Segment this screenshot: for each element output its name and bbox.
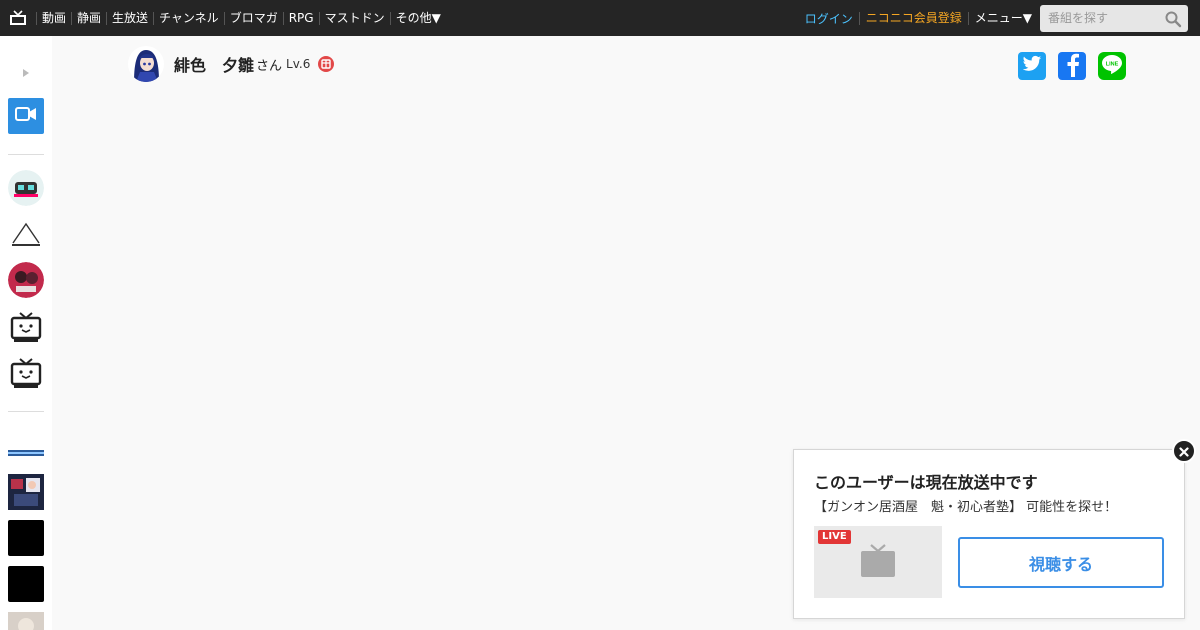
live-badge: LIVE	[818, 530, 851, 544]
honorific: さん	[256, 58, 283, 74]
live-now-popup: このユーザーは現在放送中です 【ガンオン居酒屋 魁・初心者塾】 可能性を探せ！ …	[793, 449, 1185, 619]
close-icon	[1179, 442, 1189, 461]
twitter-share-button[interactable]	[1018, 52, 1046, 80]
service-nav: 動画 静画 生放送 チャンネル ブロマガ RPG マストドン その他▼	[36, 0, 446, 36]
nav-mastodon[interactable]: マストドン	[318, 11, 390, 25]
facebook-share-button[interactable]	[1058, 52, 1086, 80]
nav-other-dropdown[interactable]: その他▼	[389, 11, 446, 25]
niconico-tv-icon[interactable]	[8, 308, 44, 344]
popup-title: このユーザーは現在放送中です	[814, 473, 1038, 492]
followed-user-avatar[interactable]	[8, 262, 44, 298]
nav-blomaga[interactable]: ブロマガ	[223, 11, 283, 25]
program-title-link[interactable]: 【ガンオン居酒屋 魁・初心者塾】 可能性を探せ！	[814, 496, 1117, 515]
login-link[interactable]: ログイン	[799, 10, 859, 27]
nav-seiga[interactable]: 静画	[71, 11, 106, 25]
sidebar	[0, 36, 52, 630]
watch-button[interactable]: 視聴する	[958, 537, 1164, 588]
top-navigation-bar: 動画 静画 生放送 チャンネル ブロマガ RPG マストドン その他▼ ログイン…	[0, 0, 1200, 36]
tv-placeholder-icon	[860, 542, 896, 582]
broadcast-button[interactable]	[8, 98, 44, 134]
user-name: 緋色 夕雛	[174, 56, 255, 75]
search-box	[1040, 4, 1188, 32]
facebook-icon	[1064, 51, 1080, 81]
register-link[interactable]: ニコニコ会員登録	[858, 11, 968, 25]
program-thumbnail[interactable]	[8, 474, 44, 510]
video-camera-icon	[15, 106, 37, 126]
program-thumbnail[interactable]	[8, 520, 44, 556]
user-profile-header: 緋色 夕雛 さん Lv.6	[128, 46, 335, 82]
nav-live[interactable]: 生放送	[106, 11, 153, 25]
search-icon[interactable]	[1164, 10, 1182, 28]
line-icon: LINE	[1101, 54, 1123, 78]
sidebar-expand-icon[interactable]	[20, 64, 32, 77]
menu-dropdown[interactable]: メニュー▼	[967, 11, 1038, 25]
program-thumbnail[interactable]	[8, 428, 44, 464]
niconico-logo-icon[interactable]	[0, 0, 36, 36]
program-thumbnail[interactable]	[8, 566, 44, 602]
live-program-thumbnail[interactable]: LIVE	[814, 526, 942, 598]
user-level: Lv.6	[286, 57, 311, 71]
popup-close-button[interactable]	[1172, 439, 1196, 463]
twitter-icon	[1022, 55, 1042, 77]
sidebar-divider	[8, 154, 44, 155]
followed-community-avatar[interactable]	[8, 216, 44, 252]
premium-badge-icon	[318, 56, 335, 72]
svg-text:LINE: LINE	[1106, 62, 1119, 68]
nav-channel[interactable]: チャンネル	[153, 11, 224, 25]
line-share-button[interactable]: LINE	[1098, 52, 1126, 80]
header-right: ログイン ニコニコ会員登録 メニュー▼	[799, 0, 1188, 36]
niconico-tv-icon[interactable]	[8, 354, 44, 390]
nav-douga[interactable]: 動画	[36, 11, 71, 25]
sidebar-divider	[8, 411, 44, 412]
user-avatar[interactable]	[128, 46, 164, 82]
nav-rpg[interactable]: RPG	[282, 11, 319, 25]
followed-channel-avatar[interactable]	[8, 170, 44, 206]
program-thumbnail[interactable]	[8, 612, 44, 630]
